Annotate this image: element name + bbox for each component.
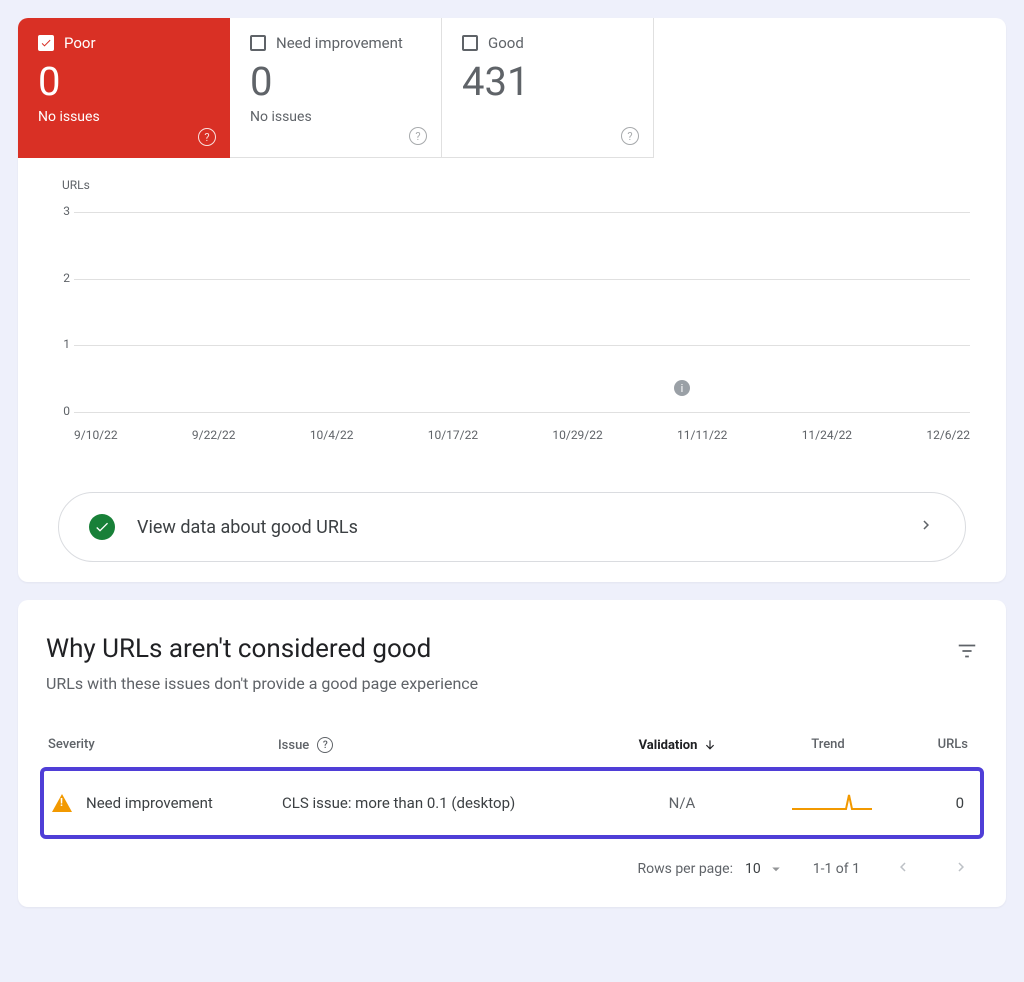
summary-label: Good: [488, 34, 524, 52]
rows-per-page-label: Rows per page:: [637, 861, 732, 877]
warning-icon: [52, 794, 72, 812]
x-tick: 11/11/22: [677, 428, 727, 442]
help-icon[interactable]: ?: [409, 125, 427, 146]
issue-severity: Need improvement: [86, 794, 213, 812]
chart-area: URLs 3 2 1 0 i 9/10/22 9/22/22 10/4/22 1…: [18, 158, 1006, 462]
summary-value: 431: [462, 58, 633, 105]
summary-sub: No issues: [38, 109, 210, 125]
issues-subtitle: URLs with these issues don't provide a g…: [46, 674, 478, 693]
x-tick: 11/24/22: [802, 428, 852, 442]
y-tick: 1: [42, 337, 70, 351]
chart: 3 2 1 0 i 9/10/22 9/22/22 10/4/22 10/17/…: [34, 192, 990, 462]
issue-url-count: 0: [912, 794, 972, 812]
summary-sub: No issues: [250, 109, 421, 125]
status-chart-card: Poor 0 No issues ? Need improvement 0 No…: [18, 18, 1006, 582]
pager-prev[interactable]: [888, 857, 918, 881]
summary-value: 0: [250, 58, 421, 105]
dropdown-icon: [767, 860, 785, 878]
help-icon[interactable]: ?: [198, 126, 216, 147]
summary-row: Poor 0 No issues ? Need improvement 0 No…: [18, 18, 1006, 158]
highlighted-issue-row: Need improvement CLS issue: more than 0.…: [40, 767, 984, 839]
pager: Rows per page: 10 1-1 of 1: [18, 839, 1006, 881]
check-circle-icon: [89, 514, 115, 540]
col-urls[interactable]: URLs: [908, 737, 976, 753]
help-icon[interactable]: ?: [621, 125, 639, 146]
checkbox-empty-icon: [250, 35, 266, 51]
pager-next[interactable]: [946, 857, 976, 881]
checkbox-empty-icon: [462, 35, 478, 51]
y-tick: 2: [42, 271, 70, 285]
col-severity[interactable]: Severity: [48, 737, 278, 753]
summary-card-good[interactable]: Good 431 ?: [442, 18, 654, 158]
col-validation[interactable]: Validation: [608, 737, 748, 753]
x-tick: 9/10/22: [74, 428, 118, 442]
summary-label: Need improvement: [276, 34, 403, 52]
x-ticks: 9/10/22 9/22/22 10/4/22 10/17/22 10/29/2…: [74, 428, 970, 442]
info-marker-icon[interactable]: i: [674, 380, 690, 396]
summary-card-poor[interactable]: Poor 0 No issues ?: [18, 18, 230, 158]
filter-icon[interactable]: [956, 634, 978, 666]
x-tick: 12/6/22: [926, 428, 970, 442]
rows-per-page-select[interactable]: 10: [745, 860, 785, 878]
view-good-urls-button[interactable]: View data about good URLs: [58, 492, 966, 562]
issues-title: Why URLs aren't considered good: [46, 634, 478, 664]
arrow-down-icon: [703, 738, 717, 752]
summary-label: Poor: [64, 34, 96, 52]
summary-card-need-improvement[interactable]: Need improvement 0 No issues ?: [230, 18, 442, 158]
chevron-right-icon: [917, 516, 935, 538]
issues-table-head: Severity Issue ? Validation Trend URLs: [18, 693, 1006, 767]
x-tick: 10/4/22: [310, 428, 354, 442]
chart-y-label: URLs: [62, 178, 990, 192]
view-good-urls-label: View data about good URLs: [137, 517, 358, 538]
issue-text: CLS issue: more than 0.1 (desktop): [282, 794, 612, 812]
issue-validation: N/A: [612, 794, 752, 812]
issue-row[interactable]: Need improvement CLS issue: more than 0.…: [44, 773, 980, 833]
col-issue[interactable]: Issue ?: [278, 737, 608, 753]
x-tick: 10/17/22: [428, 428, 478, 442]
col-trend[interactable]: Trend: [748, 737, 908, 753]
x-tick: 10/29/22: [552, 428, 602, 442]
summary-value: 0: [38, 58, 210, 105]
issues-card: Why URLs aren't considered good URLs wit…: [18, 600, 1006, 907]
issue-trend: [752, 789, 912, 817]
help-icon[interactable]: ?: [317, 737, 333, 753]
y-tick: 3: [42, 204, 70, 218]
x-tick: 9/22/22: [192, 428, 236, 442]
pager-range: 1-1 of 1: [813, 861, 860, 877]
checkbox-checked-icon: [38, 35, 54, 51]
y-tick: 0: [42, 404, 70, 418]
